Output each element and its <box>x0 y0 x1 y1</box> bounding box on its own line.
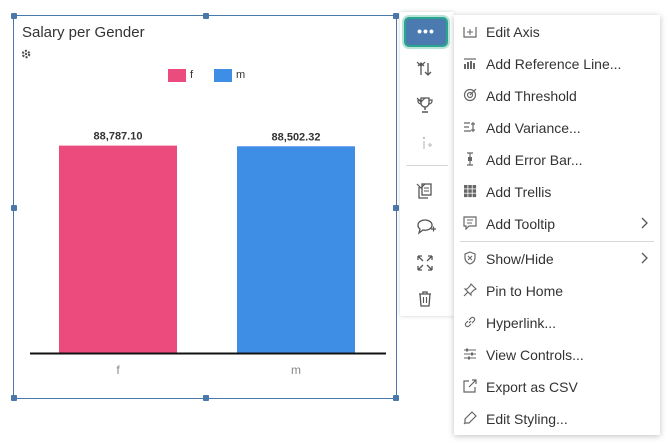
reference-line-icon <box>464 58 476 69</box>
delete-icon <box>419 291 431 307</box>
data-label-f: 88,787.10 <box>94 131 143 143</box>
delete-button[interactable] <box>400 284 454 314</box>
toolbar-divider <box>406 165 448 166</box>
resize-handle-left[interactable] <box>11 205 17 211</box>
menu-item-add-reference-line[interactable]: Add Reference Line... <box>454 48 660 80</box>
fullscreen-icon <box>417 255 433 271</box>
menu-item-hyperlink[interactable]: Hyperlink... <box>454 307 660 339</box>
menu-item-label: Add Threshold <box>486 88 577 104</box>
x-tick-label-m: m <box>291 363 301 377</box>
resize-handle-bottom-left[interactable] <box>11 395 17 401</box>
menu-item-label: Hyperlink... <box>486 315 557 331</box>
error-bar-icon <box>467 152 473 166</box>
menu-item-label: Edit Axis <box>486 24 540 40</box>
pin-icon <box>463 283 477 297</box>
copy-button[interactable] <box>400 176 454 206</box>
trellis-icon <box>464 185 477 198</box>
link-icon <box>464 316 476 328</box>
resize-handle-right[interactable] <box>393 205 399 211</box>
resize-handle-top-right[interactable] <box>393 13 399 19</box>
menu-item-label: Edit Styling... <box>486 411 568 427</box>
comment-icon <box>417 219 436 235</box>
menu-item-label: Pin to Home <box>486 283 564 299</box>
chevron-down-icon <box>416 183 426 189</box>
info-icon <box>422 136 432 149</box>
more-actions-button[interactable]: ••• <box>404 17 448 47</box>
menu-item-add-error-bar[interactable]: Add Error Bar... <box>454 144 660 176</box>
menu-item-label: Add Reference Line... <box>486 56 622 72</box>
menu-item-edit-axis[interactable]: Edit Axis <box>454 16 660 48</box>
menu-item-label: Add Variance... <box>486 120 581 136</box>
chart-toolbar: ••• <box>400 12 454 316</box>
menu-item-view-controls[interactable]: View Controls... <box>454 339 660 371</box>
menu-item-add-tooltip[interactable]: Add Tooltip <box>454 208 660 240</box>
menu-item-pin-to-home[interactable]: Pin to Home <box>454 275 660 307</box>
menu-item-label: View Controls... <box>486 347 584 363</box>
chevron-down-icon <box>416 61 426 67</box>
more-icon: ••• <box>417 23 435 39</box>
menu-item-add-trellis[interactable]: Add Trellis <box>454 176 660 208</box>
resize-handle-top-left[interactable] <box>11 13 17 19</box>
data-label-m: 88,502.32 <box>272 131 321 143</box>
resize-handle-bottom-right[interactable] <box>393 395 399 401</box>
menu-item-add-variance[interactable]: Add Variance... <box>454 112 660 144</box>
resize-handle-top[interactable] <box>203 13 209 19</box>
bar-chart-plot: 88,787.10 f 88,502.32 m <box>30 131 386 377</box>
threshold-icon <box>463 88 477 102</box>
chart-widget[interactable]: Salary per Gender f m 88,787.10 f 88,502.3… <box>11 13 399 401</box>
menu-item-add-threshold[interactable]: Add Threshold <box>454 80 660 112</box>
chevron-down-icon <box>416 97 426 103</box>
chevron-right-icon <box>641 252 648 264</box>
axis-icon <box>463 27 477 38</box>
show-hide-icon <box>464 251 476 265</box>
menu-divider <box>460 241 654 242</box>
fullscreen-button[interactable] <box>400 248 454 278</box>
more-actions-menu: Edit Axis Add Reference Line... Add Thre… <box>454 15 660 435</box>
menu-item-label: Show/Hide <box>486 251 554 267</box>
variance-icon <box>464 122 475 132</box>
chevron-right-icon <box>641 217 648 229</box>
add-comment-button[interactable] <box>400 212 454 242</box>
styling-icon <box>463 411 477 425</box>
menu-item-export-as-csv[interactable]: Export as CSV <box>454 371 660 403</box>
menu-item-label: Add Tooltip <box>486 216 556 232</box>
controls-icon <box>464 348 476 360</box>
rank-button[interactable] <box>400 90 454 120</box>
x-tick-label-f: f <box>116 363 120 377</box>
menu-item-label: Add Trellis <box>486 184 552 200</box>
sort-button[interactable] <box>400 54 454 84</box>
menu-item-edit-styling[interactable]: Edit Styling... <box>454 403 660 435</box>
resize-handle-bottom[interactable] <box>203 395 209 401</box>
menu-item-label: Add Error Bar... <box>486 152 583 168</box>
menu-item-show-hide[interactable]: Show/Hide <box>454 243 660 275</box>
drill-button <box>400 128 454 158</box>
menu-item-label: Export as CSV <box>486 379 578 395</box>
bar-f[interactable] <box>59 145 177 353</box>
tooltip-icon <box>463 216 477 230</box>
export-icon <box>463 379 477 393</box>
bar-m[interactable] <box>237 146 355 353</box>
